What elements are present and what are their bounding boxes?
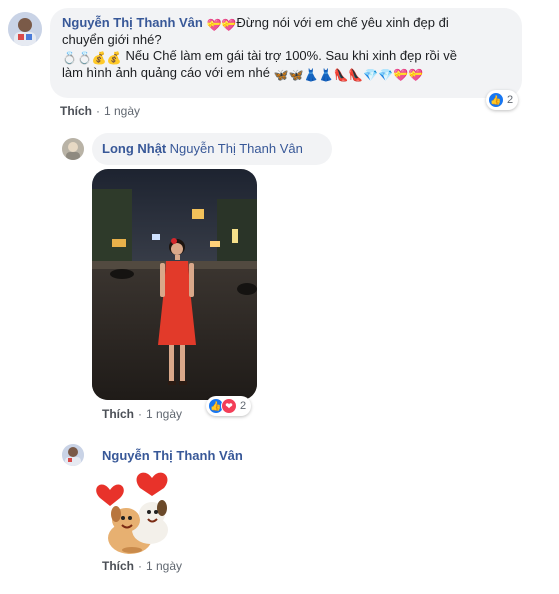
- sticker[interactable]: [92, 468, 182, 558]
- comment-text-segment: Nếu Chế làm em gái tài trợ 100%. Sau khi…: [125, 48, 457, 63]
- ring-icon: 💍: [62, 51, 77, 65]
- comment-actions: Thích · 1 ngày: [60, 104, 141, 118]
- dress-icon: 👗: [303, 68, 319, 82]
- reaction-count: 2: [240, 400, 247, 412]
- reaction-summary[interactable]: 👍 ❤ 2: [206, 396, 252, 416]
- heel-icon: 👠: [333, 68, 349, 82]
- mention-link[interactable]: Nguyễn Thị Thanh Vân: [170, 141, 303, 156]
- timestamp[interactable]: 1 ngày: [146, 407, 182, 421]
- timestamp[interactable]: 1 ngày: [146, 559, 182, 573]
- love-reaction-icon: ❤: [221, 398, 237, 414]
- comment-actions: Thích · 1 ngày: [102, 559, 183, 573]
- heart-gift-icon: 💝: [393, 68, 409, 82]
- comment-author[interactable]: Nguyễn Thị Thanh Vân: [62, 15, 203, 30]
- comment-author[interactable]: Long Nhật: [102, 141, 166, 156]
- comment-text-line: chuyển giới nhé?: [62, 32, 162, 47]
- like-button[interactable]: Thích: [102, 559, 134, 573]
- gem-icon: 💎: [363, 68, 379, 82]
- comment-bubble: Nguyễn Thị Thanh Vân 💝💝Đừng nói với em c…: [50, 8, 522, 98]
- comment-text-segment: làm hình ảnh quảng cáo với em nhé: [62, 65, 270, 80]
- comment-author[interactable]: Nguyễn Thị Thanh Vân: [102, 448, 243, 463]
- butterfly-icon: 🦋: [273, 68, 289, 82]
- gem-icon: 💎: [378, 68, 394, 82]
- like-button[interactable]: Thích: [102, 407, 134, 421]
- heart-gift-icon: 💝: [206, 18, 222, 32]
- comment-photo[interactable]: [92, 169, 257, 400]
- timestamp[interactable]: 1 ngày: [104, 104, 140, 118]
- comment-text-line: 💍💍💰💰 Nếu Chế làm em gái tài trợ 100%. Sa…: [62, 48, 510, 65]
- avatar[interactable]: [62, 138, 84, 160]
- reaction-summary[interactable]: 👍 2: [486, 90, 519, 110]
- comment-actions: Thích · 1 ngày: [102, 407, 183, 421]
- reaction-count: 2: [507, 94, 514, 106]
- comment-text-line: làm hình ảnh quảng cáo với em nhé 🦋🦋👗👗👠👠…: [62, 65, 510, 82]
- avatar[interactable]: [62, 444, 84, 466]
- heart-gift-icon: 💝: [221, 18, 237, 32]
- like-button[interactable]: Thích: [60, 104, 92, 118]
- avatar[interactable]: [8, 12, 42, 46]
- like-reaction-icon: 👍: [488, 92, 504, 108]
- money-bag-icon: 💰: [106, 51, 122, 65]
- ring-icon: 💍: [76, 51, 92, 65]
- money-bag-icon: 💰: [91, 51, 107, 65]
- dress-icon: 👗: [318, 68, 334, 82]
- butterfly-icon: 🦋: [288, 68, 304, 82]
- heel-icon: 👠: [348, 68, 364, 82]
- comment-text-line: Đừng nói với em chế yêu xinh đẹp đi: [236, 15, 449, 30]
- comment-bubble: Long Nhật Nguyễn Thị Thanh Vân: [92, 133, 332, 165]
- heart-gift-icon: 💝: [408, 68, 424, 82]
- comment-text: Nguyễn Thị Thanh Vân 💝💝Đừng nói với em c…: [62, 15, 510, 32]
